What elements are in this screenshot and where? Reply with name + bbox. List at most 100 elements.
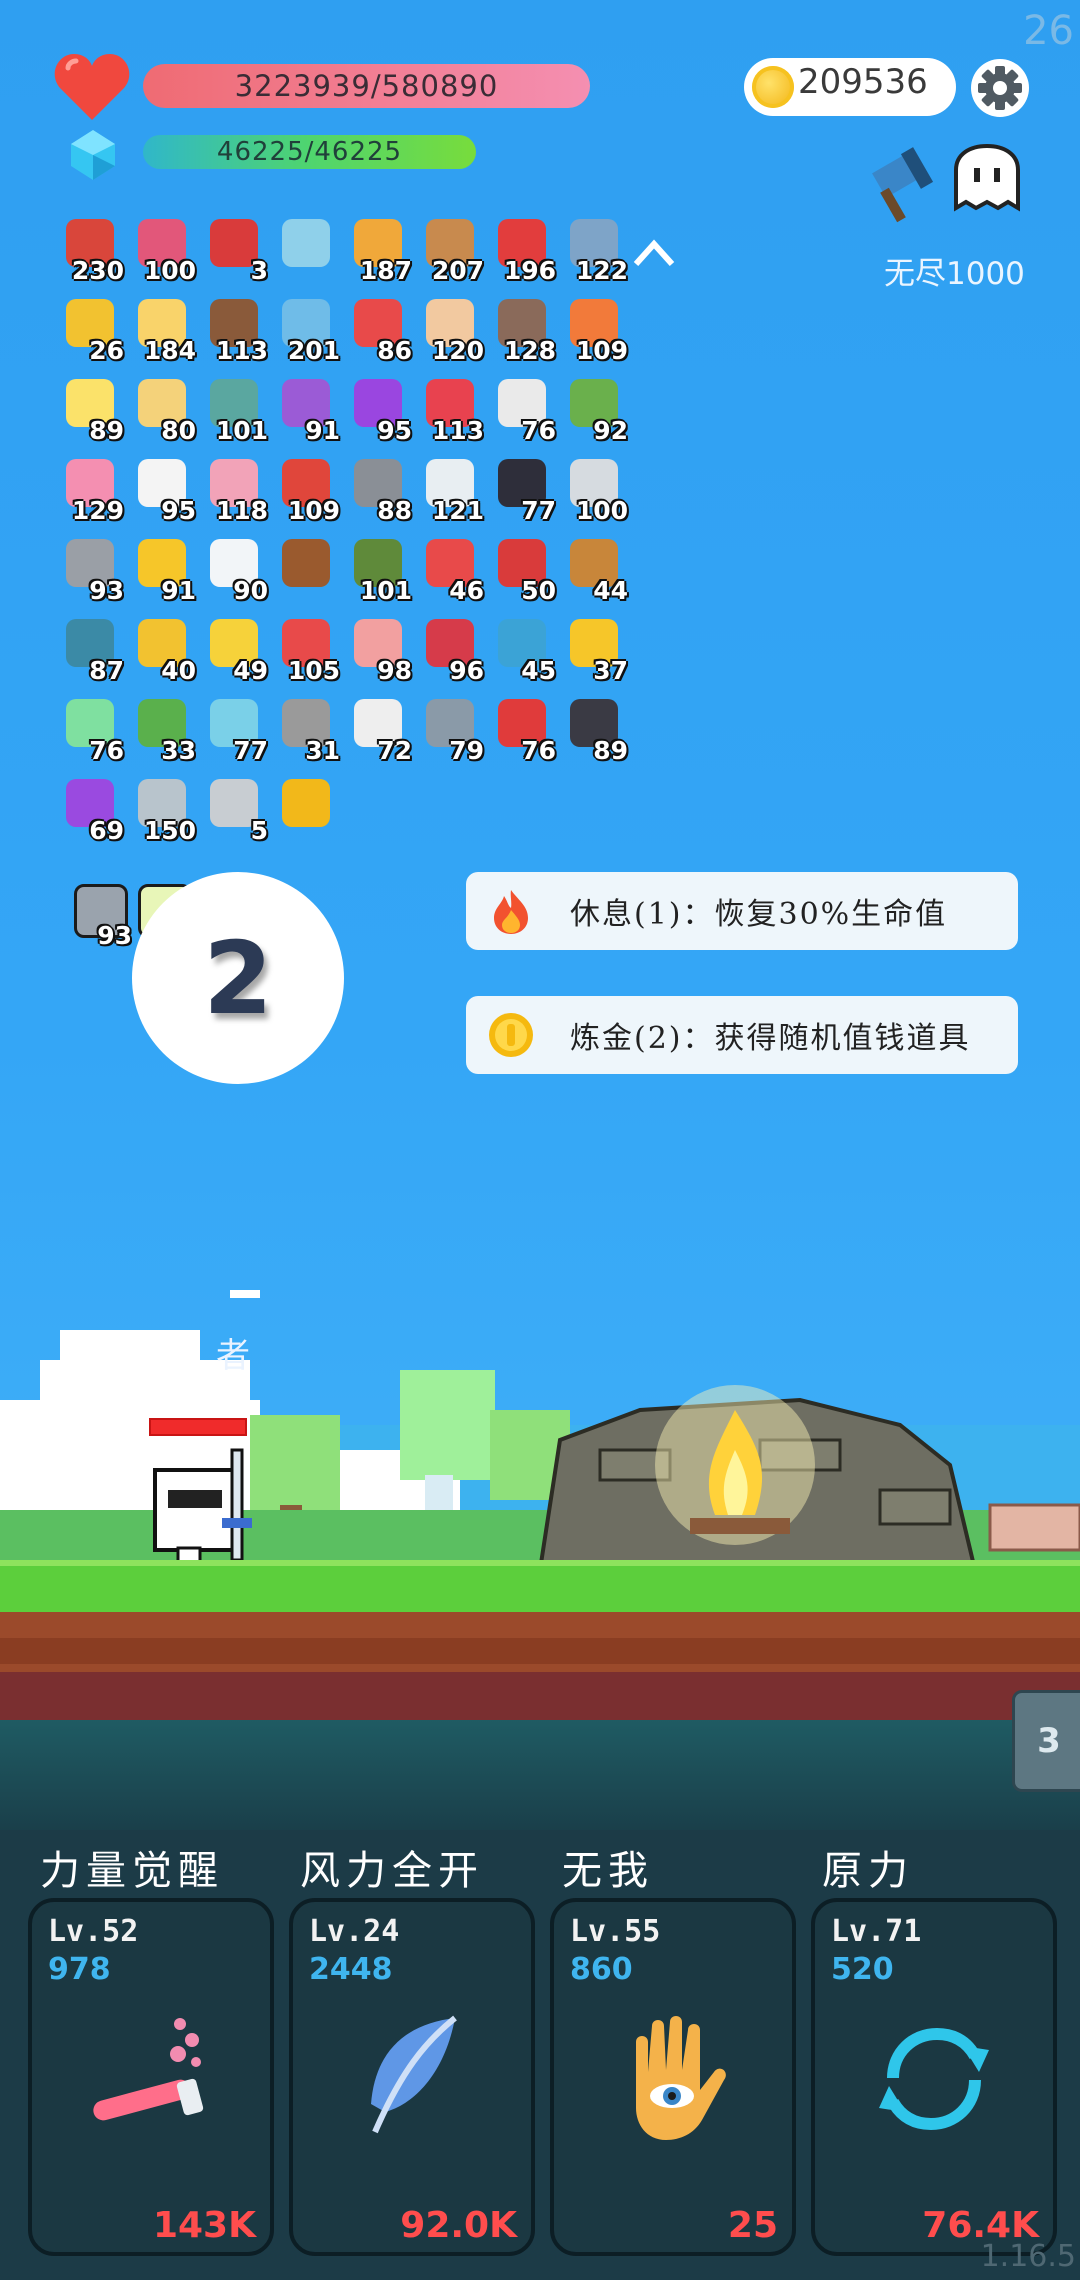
inventory-item[interactable]: 95	[130, 455, 196, 525]
item-count: 105	[287, 656, 340, 685]
inventory-item[interactable]: 5	[202, 775, 268, 845]
inventory-item[interactable]	[274, 775, 338, 839]
inventory-item[interactable]: 44	[562, 535, 628, 605]
rest-choice-button[interactable]: 休息(1)：恢复30%生命值	[466, 872, 1018, 950]
inventory-item[interactable]: 87	[58, 615, 124, 685]
inventory-item[interactable]: 100	[562, 455, 628, 525]
inventory-item[interactable]: 118	[202, 455, 268, 525]
inventory-item[interactable]: 98	[346, 615, 412, 685]
inventory-item[interactable]: 50	[490, 535, 556, 605]
inventory-item[interactable]: 113	[418, 375, 484, 445]
inventory-item[interactable]: 33	[130, 695, 196, 765]
item-count: 77	[233, 736, 268, 765]
inventory-item[interactable]: 109	[274, 455, 340, 525]
water-strip	[0, 1720, 1080, 1830]
inventory-item[interactable]: 113	[202, 295, 268, 365]
inventory-item[interactable]: 3	[202, 215, 268, 285]
inventory-item[interactable]: 120	[418, 295, 484, 365]
inventory-item[interactable]: 31	[274, 695, 340, 765]
inventory-item[interactable]: 92	[562, 375, 628, 445]
inventory-item[interactable]: 101	[202, 375, 268, 445]
inventory-item[interactable]: 89	[562, 695, 628, 765]
inventory-item[interactable]: 86	[346, 295, 412, 365]
inventory-item[interactable]: 101	[346, 535, 412, 605]
item-count: 113	[431, 416, 484, 445]
inventory-item[interactable]: 196	[490, 215, 556, 285]
inventory-item[interactable]: 76	[58, 695, 124, 765]
ghost-icon[interactable]	[950, 144, 1024, 216]
skill-card-force[interactable]: Lv.71 520 76.4K	[811, 1898, 1057, 2256]
mp-bar: 46225/46225	[143, 135, 476, 169]
item-count: 89	[593, 736, 628, 765]
inventory-item[interactable]: 77	[490, 455, 556, 525]
inventory-item[interactable]: 93	[58, 535, 124, 605]
inventory-item[interactable]: 90	[202, 535, 268, 605]
inventory-item[interactable]: 88	[346, 455, 412, 525]
chevron-up-icon[interactable]	[632, 238, 676, 268]
inventory-item[interactable]	[274, 535, 338, 599]
skill-card-wind-power[interactable]: Lv.24 2448 92.0K	[289, 1898, 535, 2256]
inventory-item[interactable]: 129	[58, 455, 124, 525]
item-count: 86	[377, 336, 412, 365]
skill-title: 无我	[562, 1848, 654, 1894]
potion-tube-icon	[93, 2018, 204, 2121]
inventory-item[interactable]: 100	[130, 215, 196, 285]
side-tab[interactable]: 3	[1012, 1690, 1080, 1792]
chest-icon	[282, 539, 330, 587]
item-count: 91	[305, 416, 340, 445]
turn-counter: 2	[203, 919, 273, 1037]
inventory-item[interactable]: 122	[562, 215, 628, 285]
inventory-item[interactable]: 77	[202, 695, 268, 765]
inventory-item[interactable]: 184	[130, 295, 196, 365]
hamsa-eye-icon	[636, 2016, 726, 2140]
gear-icon[interactable]	[970, 58, 1030, 118]
fire-icon	[494, 890, 528, 934]
skill-card-selflessness[interactable]: Lv.55 860 25	[550, 1898, 796, 2256]
inventory-item[interactable]: 45	[490, 615, 556, 685]
inventory-item[interactable]: 91	[130, 535, 196, 605]
item-count: 230	[71, 256, 124, 285]
inventory-item[interactable]: 105	[274, 615, 340, 685]
inventory-item[interactable]: 80	[130, 375, 196, 445]
cycle-arrows-icon	[879, 2027, 989, 2131]
inventory-item[interactable]: 89	[58, 375, 124, 445]
inventory-item[interactable]: 40	[130, 615, 196, 685]
inventory-item[interactable]: 69	[58, 775, 124, 845]
skill-title: 风力全开	[300, 1848, 484, 1894]
inventory-item[interactable]: 230	[58, 215, 124, 285]
alchemy-choice-button[interactable]: 炼金(2)：获得随机值钱道具	[466, 996, 1018, 1074]
inventory-item[interactable]: 79	[418, 695, 484, 765]
inventory-item[interactable]: 96	[418, 615, 484, 685]
inventory-item[interactable]: 46	[418, 535, 484, 605]
inventory-item[interactable]: 121	[418, 455, 484, 525]
item-count: 207	[431, 256, 484, 285]
inventory-item[interactable]: 26	[58, 295, 124, 365]
item-count: 95	[377, 416, 412, 445]
inventory-item[interactable]: 91	[274, 375, 340, 445]
inventory-item[interactable]: 37	[562, 615, 628, 685]
inventory-item[interactable]	[274, 215, 338, 279]
inventory-item[interactable]: 76	[490, 375, 556, 445]
item-count: 118	[215, 496, 268, 525]
axe-icon[interactable]	[866, 140, 948, 224]
inventory-item[interactable]: 95	[346, 375, 412, 445]
crystal-icon	[71, 130, 115, 180]
feather-icon	[371, 2015, 457, 2134]
item-count: 90	[233, 576, 268, 605]
item-count: 33	[161, 736, 196, 765]
item-count: 187	[359, 256, 412, 285]
inventory-item[interactable]: 187	[346, 215, 412, 285]
hero-hp-bar	[149, 1418, 247, 1436]
inventory-item[interactable]: 49	[202, 615, 268, 685]
relic-item[interactable]: 93	[66, 880, 132, 950]
inventory-item[interactable]: 207	[418, 215, 484, 285]
inventory-item[interactable]: 201	[274, 295, 340, 365]
inventory-item[interactable]: 76	[490, 695, 556, 765]
gold-amount: 209536	[798, 62, 928, 102]
inventory-item[interactable]: 150	[130, 775, 196, 845]
version-label: 1.16.5	[980, 2239, 1076, 2274]
inventory-item[interactable]: 128	[490, 295, 556, 365]
skill-card-power-awakening[interactable]: Lv.52 978 143K	[28, 1898, 274, 2256]
inventory-item[interactable]: 109	[562, 295, 628, 365]
inventory-item[interactable]: 72	[346, 695, 412, 765]
